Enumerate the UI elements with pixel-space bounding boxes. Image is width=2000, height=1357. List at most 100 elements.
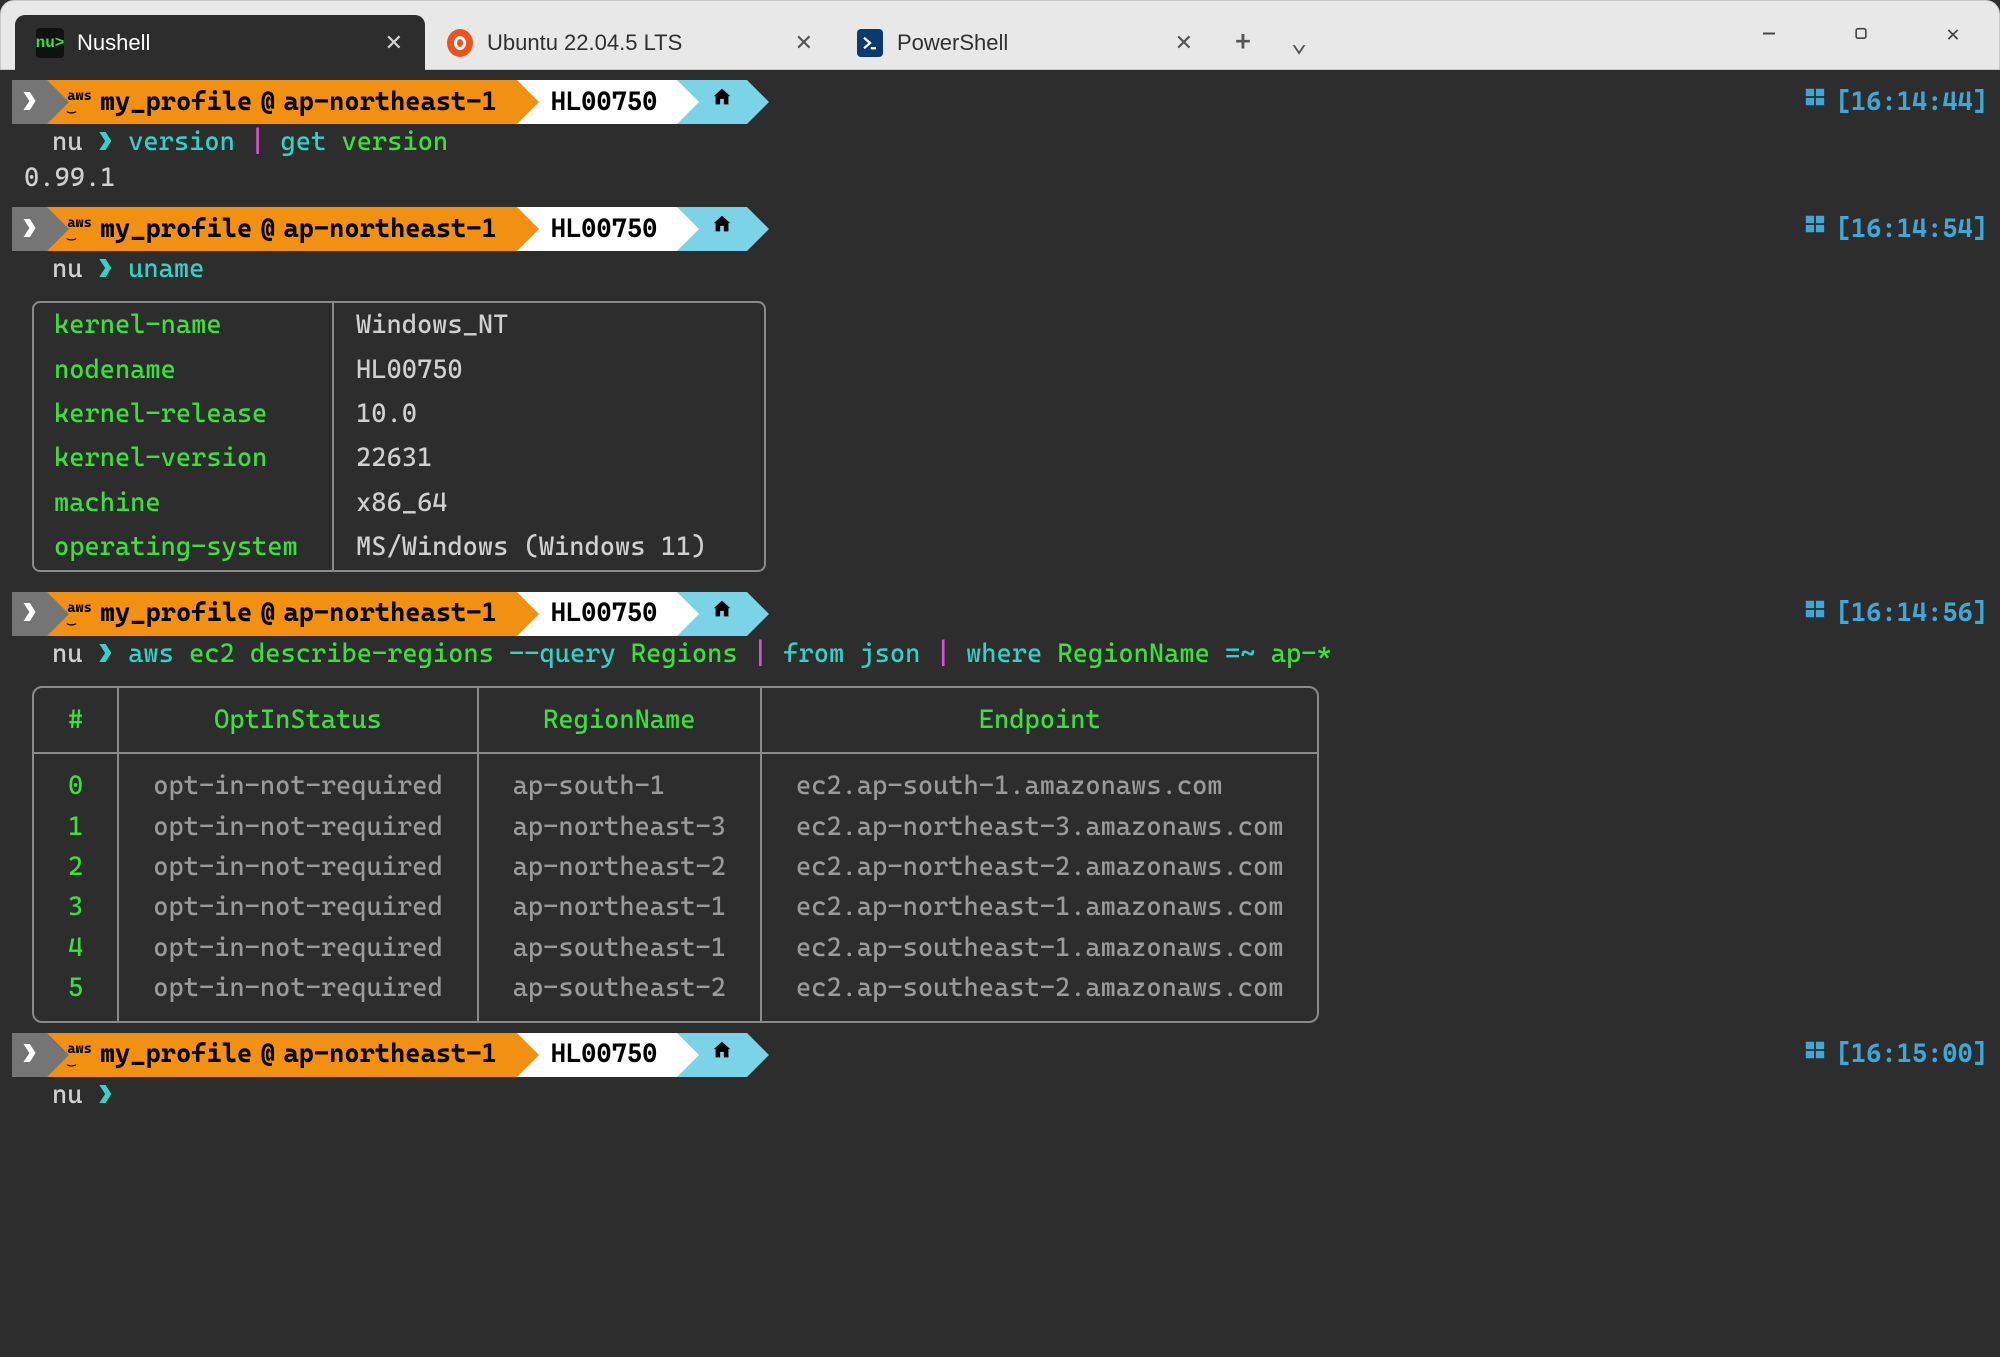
prompt-at: @: [260, 84, 275, 120]
prompt-chevron: ❯: [12, 592, 47, 636]
home-icon: [711, 598, 733, 630]
close-icon[interactable]: ✕: [795, 28, 813, 59]
minimize-button[interactable]: —: [1723, 1, 1815, 69]
record-value: x86_64: [334, 481, 764, 525]
table-cell: opt-in-not-required: [119, 887, 478, 927]
table-cell: ap-northeast-2: [479, 847, 762, 887]
prompt-segment-host: HL00750: [517, 1033, 678, 1077]
record-value: 22631: [334, 436, 764, 480]
home-icon: [711, 213, 733, 245]
table-cell: ec2.ap-northeast-3.amazonaws.com: [762, 807, 1318, 847]
terminal-viewport[interactable]: ❯ aws‿ my_profile @ ap-northeast-1 HL007…: [0, 80, 2000, 1357]
prompt-chevron: ❯: [12, 1033, 47, 1077]
prompt-region: ap-northeast-1: [283, 211, 496, 247]
new-tab-button[interactable]: +: [1215, 15, 1271, 69]
prompt-profile: my_profile: [100, 1036, 252, 1072]
record-key: nodename: [34, 348, 334, 392]
titlebar: nu> Nushell ✕ Ubuntu 22.04.5 LTS ✕ Power…: [0, 0, 2000, 70]
windows-icon: [1804, 1039, 1826, 1071]
prompt-timestamp: [16:14:54]: [1804, 211, 1988, 247]
prompt-profile: my_profile: [100, 84, 252, 120]
home-icon: [711, 1039, 733, 1071]
prompt-at: @: [260, 211, 275, 247]
table-cell: ec2.ap-southeast-2.amazonaws.com: [762, 968, 1318, 1020]
record-value: 10.0: [334, 392, 764, 436]
command-line: nu ❯ aws ec2 describe-regions --query Re…: [12, 636, 1988, 672]
table-cell: ec2.ap-south-1.amazonaws.com: [762, 754, 1318, 806]
nushell-icon: nu>: [37, 30, 63, 56]
table-row: 5opt-in-not-requiredap-southeast-2ec2.ap…: [34, 968, 1317, 1020]
table-cell: 1: [34, 807, 119, 847]
record-row: kernel-version 22631: [34, 436, 764, 480]
record-row: operating-system MS/Windows (Windows 11): [34, 525, 764, 569]
table-cell: opt-in-not-required: [119, 968, 478, 1020]
prompt-profile: my_profile: [100, 211, 252, 247]
table-cell: ap-southeast-2: [479, 968, 762, 1020]
tab-label: Nushell: [77, 28, 150, 59]
tabs: nu> Nushell ✕ Ubuntu 22.04.5 LTS ✕ Power…: [1, 1, 1327, 69]
close-window-button[interactable]: ✕: [1907, 1, 1999, 69]
table-cell: ec2.ap-northeast-1.amazonaws.com: [762, 887, 1318, 927]
table-cell: opt-in-not-required: [119, 807, 478, 847]
prompt-segment-host: HL00750: [517, 592, 678, 636]
window-controls: — ▢ ✕: [1723, 1, 1999, 69]
table-header: Endpoint: [762, 688, 1318, 754]
tab-dropdown-button[interactable]: ⌄: [1271, 15, 1327, 69]
prompt-segment-host: HL00750: [517, 207, 678, 251]
table-row: 3opt-in-not-requiredap-northeast-1ec2.ap…: [34, 887, 1317, 927]
record-row: kernel-release 10.0: [34, 392, 764, 436]
prompt-timestamp: [16:15:00]: [1804, 1036, 1988, 1072]
aws-icon: aws‿: [67, 604, 92, 624]
tab-powershell[interactable]: PowerShell ✕: [835, 15, 1215, 71]
record-key: machine: [34, 481, 334, 525]
table-header: #: [34, 688, 119, 754]
prompt-line: ❯ aws‿ my_profile @ ap-northeast-1 HL007…: [12, 592, 1988, 636]
tab-ubuntu[interactable]: Ubuntu 22.04.5 LTS ✕: [425, 15, 835, 71]
powershell-icon: [857, 30, 883, 56]
table-cell: opt-in-not-required: [119, 928, 478, 968]
record-row: nodename HL00750: [34, 348, 764, 392]
table-cell: opt-in-not-required: [119, 754, 478, 806]
record-value: Windows_NT: [334, 303, 764, 347]
close-icon[interactable]: ✕: [1175, 28, 1193, 59]
prompt-segment-aws: aws‿ my_profile @ ap-northeast-1: [47, 1033, 516, 1077]
ubuntu-icon: [447, 30, 473, 56]
prompt-region: ap-northeast-1: [283, 84, 496, 120]
timestamp-text: [16:14:54]: [1836, 211, 1988, 247]
table-row: 1opt-in-not-requiredap-northeast-3ec2.ap…: [34, 807, 1317, 847]
command-line: nu ❯: [12, 1077, 1988, 1113]
prompt-profile: my_profile: [100, 595, 252, 631]
prompt-segment-host: HL00750: [517, 80, 678, 124]
aws-icon: aws‿: [67, 219, 92, 239]
command-line: nu ❯ uname: [12, 251, 1988, 287]
tab-nushell[interactable]: nu> Nushell ✕: [15, 15, 425, 71]
table-header: RegionName: [479, 688, 762, 754]
table-cell: 3: [34, 887, 119, 927]
table-row: 4opt-in-not-requiredap-southeast-1ec2.ap…: [34, 928, 1317, 968]
maximize-button[interactable]: ▢: [1815, 1, 1907, 69]
prompt-chevron: ❯: [12, 207, 47, 251]
tab-label: PowerShell: [897, 28, 1008, 59]
timestamp-text: [16:14:56]: [1836, 595, 1988, 631]
table-row: 0opt-in-not-requiredap-south-1ec2.ap-sou…: [34, 754, 1317, 806]
prompt-line: ❯ aws‿ my_profile @ ap-northeast-1 HL007…: [12, 80, 1988, 124]
windows-icon: [1804, 86, 1826, 118]
close-icon[interactable]: ✕: [385, 28, 403, 59]
table-cell: ec2.ap-northeast-2.amazonaws.com: [762, 847, 1318, 887]
prompt-segment-aws: aws‿ my_profile @ ap-northeast-1: [47, 207, 516, 251]
prompt-chevron: ❯: [12, 80, 47, 124]
record-key: kernel-name: [34, 303, 334, 347]
table-cell: 5: [34, 968, 119, 1020]
record-key: kernel-release: [34, 392, 334, 436]
prompt-region: ap-northeast-1: [283, 1036, 496, 1072]
prompt-segment-aws: aws‿ my_profile @ ap-northeast-1: [47, 592, 516, 636]
table-cell: 0: [34, 754, 119, 806]
table-cell: ap-northeast-1: [479, 887, 762, 927]
home-icon: [711, 86, 733, 118]
prompt-timestamp: [16:14:56]: [1804, 595, 1988, 631]
table-header: OptInStatus: [119, 688, 478, 754]
prompt-line: ❯ aws‿ my_profile @ ap-northeast-1 HL007…: [12, 1033, 1988, 1077]
windows-icon: [1804, 213, 1826, 245]
table-cell: 4: [34, 928, 119, 968]
windows-icon: [1804, 598, 1826, 630]
